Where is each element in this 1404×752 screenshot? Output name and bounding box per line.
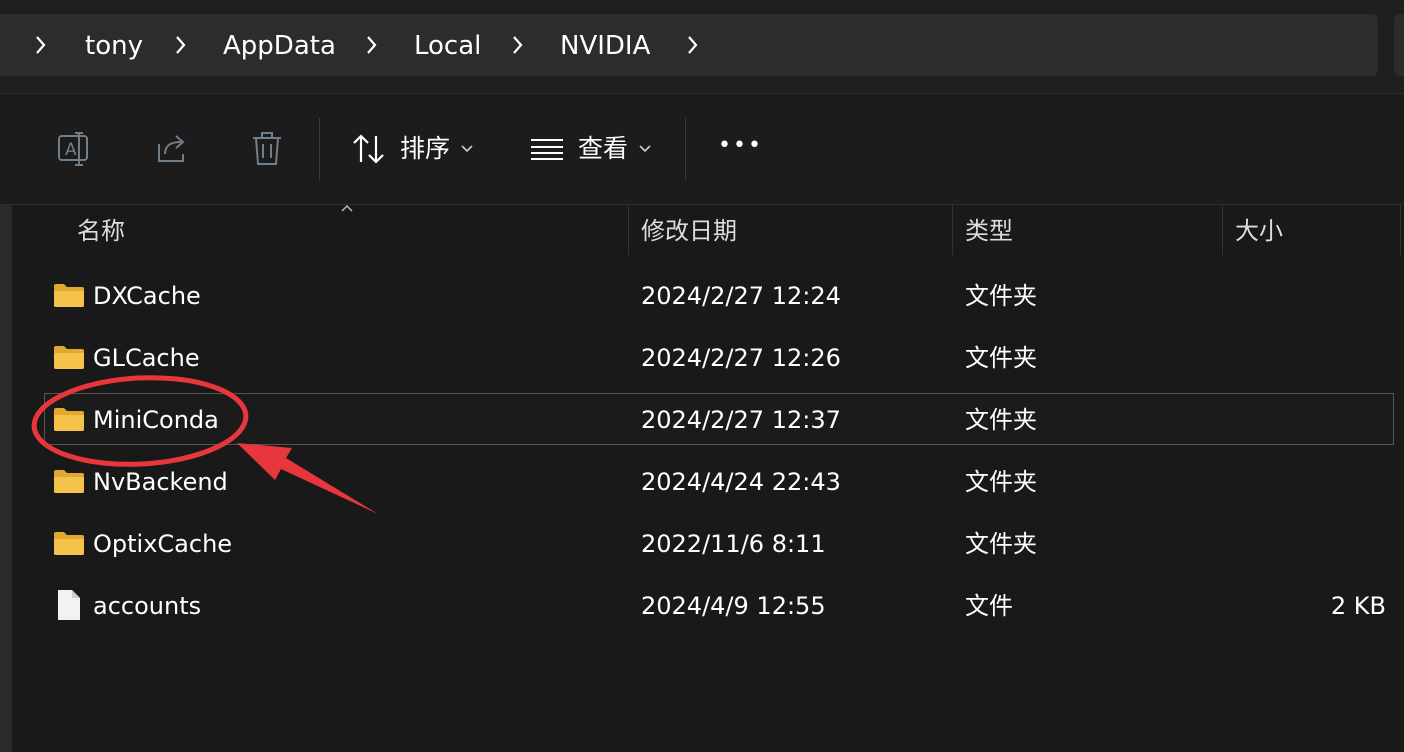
chevron-right-icon[interactable] — [511, 33, 525, 57]
sort-icon[interactable] — [350, 133, 388, 165]
file-type: 文件夹 — [965, 530, 1037, 558]
chevron-down-icon[interactable] — [638, 143, 652, 155]
file-row[interactable]: DXCache 2024/2/27 12:24 文件夹 — [44, 270, 1394, 322]
column-header-type[interactable]: 类型 — [965, 214, 1013, 248]
file-type: 文件夹 — [965, 344, 1037, 372]
folder-icon — [54, 532, 84, 555]
folder-icon — [54, 284, 84, 307]
file-modified: 2024/2/27 12:37 — [641, 406, 841, 434]
view-button-label[interactable]: 查看 — [578, 131, 628, 167]
file-row[interactable]: NvBackend 2024/4/24 22:43 文件夹 — [44, 456, 1394, 508]
file-type: 文件夹 — [965, 406, 1037, 434]
file-name[interactable]: NvBackend — [93, 465, 228, 499]
address-bar-area — [0, 0, 1404, 94]
column-divider[interactable] — [628, 205, 629, 255]
more-options-icon[interactable]: ••• — [718, 128, 763, 164]
toolbar-divider — [319, 118, 320, 180]
file-modified: 2024/2/27 12:24 — [641, 282, 841, 310]
chevron-right-icon[interactable] — [34, 33, 48, 57]
file-name[interactable]: DXCache — [93, 279, 201, 313]
file-name[interactable]: MiniConda — [93, 403, 219, 437]
chevron-right-icon[interactable] — [365, 33, 379, 57]
file-size: 2 KB — [1330, 592, 1386, 620]
breadcrumb-item-local[interactable]: Local — [414, 28, 481, 64]
share-icon[interactable] — [153, 130, 191, 168]
file-name[interactable]: OptixCache — [93, 527, 232, 561]
file-name[interactable]: GLCache — [93, 341, 200, 375]
toolbar-divider — [685, 118, 686, 180]
view-icon[interactable] — [530, 137, 564, 161]
sort-button-label[interactable]: 排序 — [400, 131, 450, 167]
file-name[interactable]: accounts — [93, 589, 201, 623]
sort-ascending-icon — [341, 204, 353, 212]
breadcrumb-item-tony[interactable]: tony — [85, 28, 143, 64]
chevron-right-icon[interactable] — [174, 33, 188, 57]
column-divider[interactable] — [1222, 205, 1223, 255]
breadcrumb-item-nvidia[interactable]: NVIDIA — [560, 28, 650, 64]
folder-icon — [54, 470, 84, 493]
command-bar — [0, 94, 1404, 205]
file-type: 文件夹 — [965, 468, 1037, 496]
file-modified: 2024/2/27 12:26 — [641, 344, 841, 372]
file-row[interactable]: OptixCache 2022/11/6 8:11 文件夹 — [44, 518, 1394, 570]
folder-icon — [54, 346, 84, 369]
file-modified: 2024/4/24 22:43 — [641, 468, 841, 496]
svg-text:A: A — [65, 140, 77, 160]
file-row[interactable]: accounts 2024/4/9 12:55 文件 2 KB — [44, 580, 1394, 632]
breadcrumb-item-appdata[interactable]: AppData — [223, 28, 336, 64]
navigation-pane-edge — [0, 205, 12, 752]
column-header-modified[interactable]: 修改日期 — [641, 214, 737, 248]
file-type: 文件 — [965, 592, 1013, 620]
file-row-selected[interactable]: MiniConda 2024/2/27 12:37 文件夹 — [44, 393, 1394, 445]
column-header-size[interactable]: 大小 — [1235, 214, 1283, 248]
delete-icon[interactable] — [248, 130, 286, 168]
file-modified: 2022/11/6 8:11 — [641, 530, 826, 558]
chevron-right-icon[interactable] — [686, 33, 700, 57]
file-icon — [58, 590, 80, 620]
column-header-name[interactable]: 名称 — [77, 214, 125, 248]
file-row[interactable]: GLCache 2024/2/27 12:26 文件夹 — [44, 332, 1394, 384]
chevron-down-icon[interactable] — [460, 143, 474, 155]
search-box[interactable] — [1394, 14, 1404, 76]
file-modified: 2024/4/9 12:55 — [641, 592, 826, 620]
column-divider[interactable] — [1400, 205, 1401, 255]
folder-icon — [54, 408, 84, 431]
file-type: 文件夹 — [965, 282, 1037, 310]
column-divider[interactable] — [952, 205, 953, 255]
rename-icon[interactable]: A — [56, 130, 94, 168]
